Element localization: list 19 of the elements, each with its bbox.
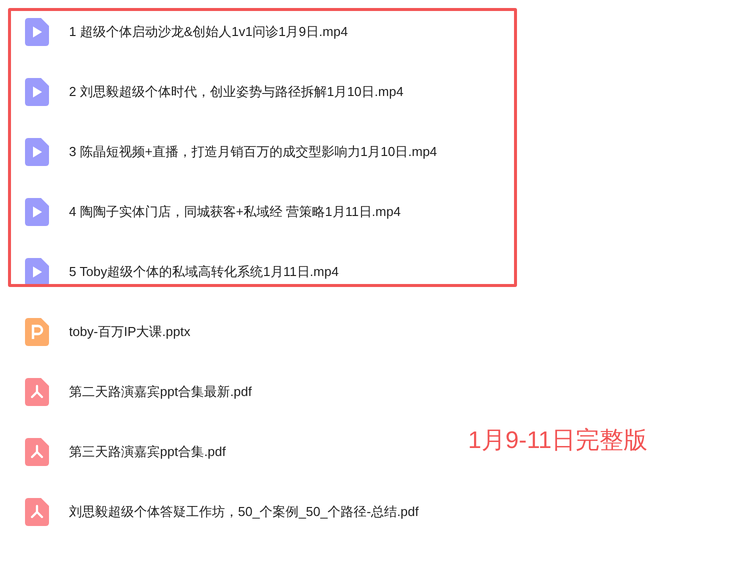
- file-name[interactable]: 5 Toby超级个体的私域高转化系统1月11日.mp4: [69, 262, 339, 282]
- file-name[interactable]: 4 陶陶子实体门店，同城获客+私域经 营策略1月11日.mp4: [69, 202, 401, 222]
- video-file-icon: [25, 138, 49, 166]
- file-name[interactable]: 2 刘思毅超级个体时代，创业姿势与路径拆解1月10日.mp4: [69, 82, 404, 102]
- pdf-file-icon: [25, 498, 49, 526]
- file-name[interactable]: 刘思毅超级个体答疑工作坊，50_个案例_50_个路径-总结.pdf: [69, 502, 419, 522]
- file-name[interactable]: toby-百万IP大课.pptx: [69, 322, 190, 342]
- pdf-file-icon: [25, 438, 49, 466]
- file-name[interactable]: 1 超级个体启动沙龙&创始人1v1问诊1月9日.mp4: [69, 22, 348, 42]
- video-file-icon: [25, 258, 49, 286]
- pdf-file-icon: [25, 378, 49, 406]
- file-name[interactable]: 第二天路演嘉宾ppt合集最新.pdf: [69, 382, 252, 402]
- file-name[interactable]: 3 陈晶短视频+直播，打造月销百万的成交型影响力1月10日.mp4: [69, 142, 438, 162]
- file-name[interactable]: 第三天路演嘉宾ppt合集.pdf: [69, 442, 226, 462]
- video-file-icon: [25, 198, 49, 226]
- presentation-file-icon: [25, 318, 49, 346]
- video-file-icon: [25, 18, 49, 46]
- video-file-icon: [25, 78, 49, 106]
- annotation-text: 1月9-11日完整版: [468, 426, 648, 456]
